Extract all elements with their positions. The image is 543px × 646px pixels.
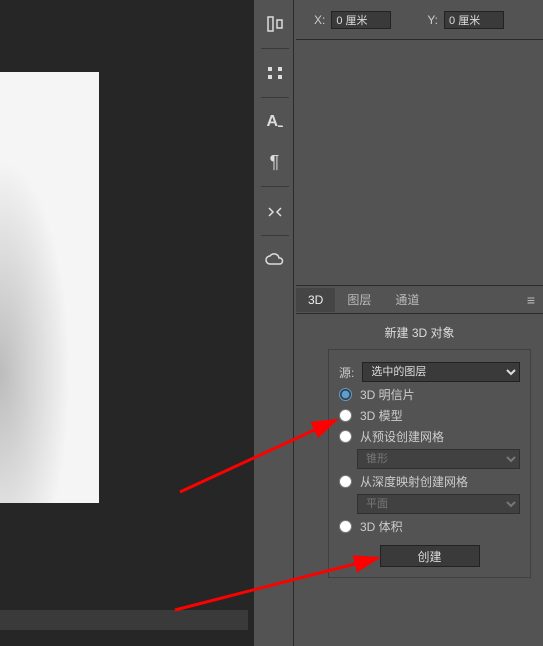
y-input[interactable] (444, 11, 504, 29)
x-label: X: (314, 13, 325, 27)
y-label: Y: (427, 13, 438, 27)
depth-shape-select: 平面 (357, 494, 520, 514)
x-input[interactable] (331, 11, 391, 29)
distribute-icon[interactable] (259, 57, 291, 89)
cloud-icon[interactable] (259, 244, 291, 276)
radio-depth[interactable] (339, 475, 352, 488)
paragraph-icon[interactable]: ¶ (259, 146, 291, 178)
label-preset[interactable]: 从预设创建网格 (360, 428, 444, 445)
label-volume[interactable]: 3D 体积 (360, 518, 403, 535)
tab-3d[interactable]: 3D (296, 288, 335, 312)
source-select[interactable]: 选中的图层 (362, 362, 520, 382)
panel-menu-icon[interactable]: ≡ (519, 288, 543, 312)
tab-channels[interactable]: 通道 (383, 286, 431, 313)
panel-title: 新建 3D 对象 (296, 320, 543, 349)
align-icon[interactable] (259, 8, 291, 40)
radio-model[interactable] (339, 409, 352, 422)
create-button[interactable]: 创建 (380, 545, 480, 567)
coordinates-bar: X: Y: (296, 0, 543, 40)
label-depth[interactable]: 从深度映射创建网格 (360, 473, 468, 490)
right-panel: X: Y: 3D 图层 通道 ≡ 新建 3D 对象 源: 选中的图层 3D 明信… (296, 0, 543, 646)
tools-icon[interactable] (259, 195, 291, 227)
canvas-document[interactable] (0, 72, 99, 503)
empty-panel (296, 40, 543, 286)
new-3d-group: 源: 选中的图层 3D 明信片 3D 模型 从预设创建网格 锥形 (328, 349, 531, 578)
radio-preset[interactable] (339, 430, 352, 443)
label-postcard[interactable]: 3D 明信片 (360, 386, 415, 403)
panel-tabs: 3D 图层 通道 ≡ (296, 286, 543, 314)
canvas-area[interactable] (0, 0, 254, 646)
tab-layers[interactable]: 图层 (335, 286, 383, 313)
radio-volume[interactable] (339, 520, 352, 533)
vertical-toolbar: A_ ¶ (256, 0, 294, 646)
preset-shape-select: 锥形 (357, 449, 520, 469)
label-model[interactable]: 3D 模型 (360, 407, 403, 424)
canvas-statusbar (0, 610, 248, 630)
panel-3d: 新建 3D 对象 源: 选中的图层 3D 明信片 3D 模型 从预设创建网格 (296, 314, 543, 588)
source-label: 源: (339, 364, 354, 381)
text-a-icon[interactable]: A_ (259, 106, 291, 138)
radio-postcard[interactable] (339, 388, 352, 401)
